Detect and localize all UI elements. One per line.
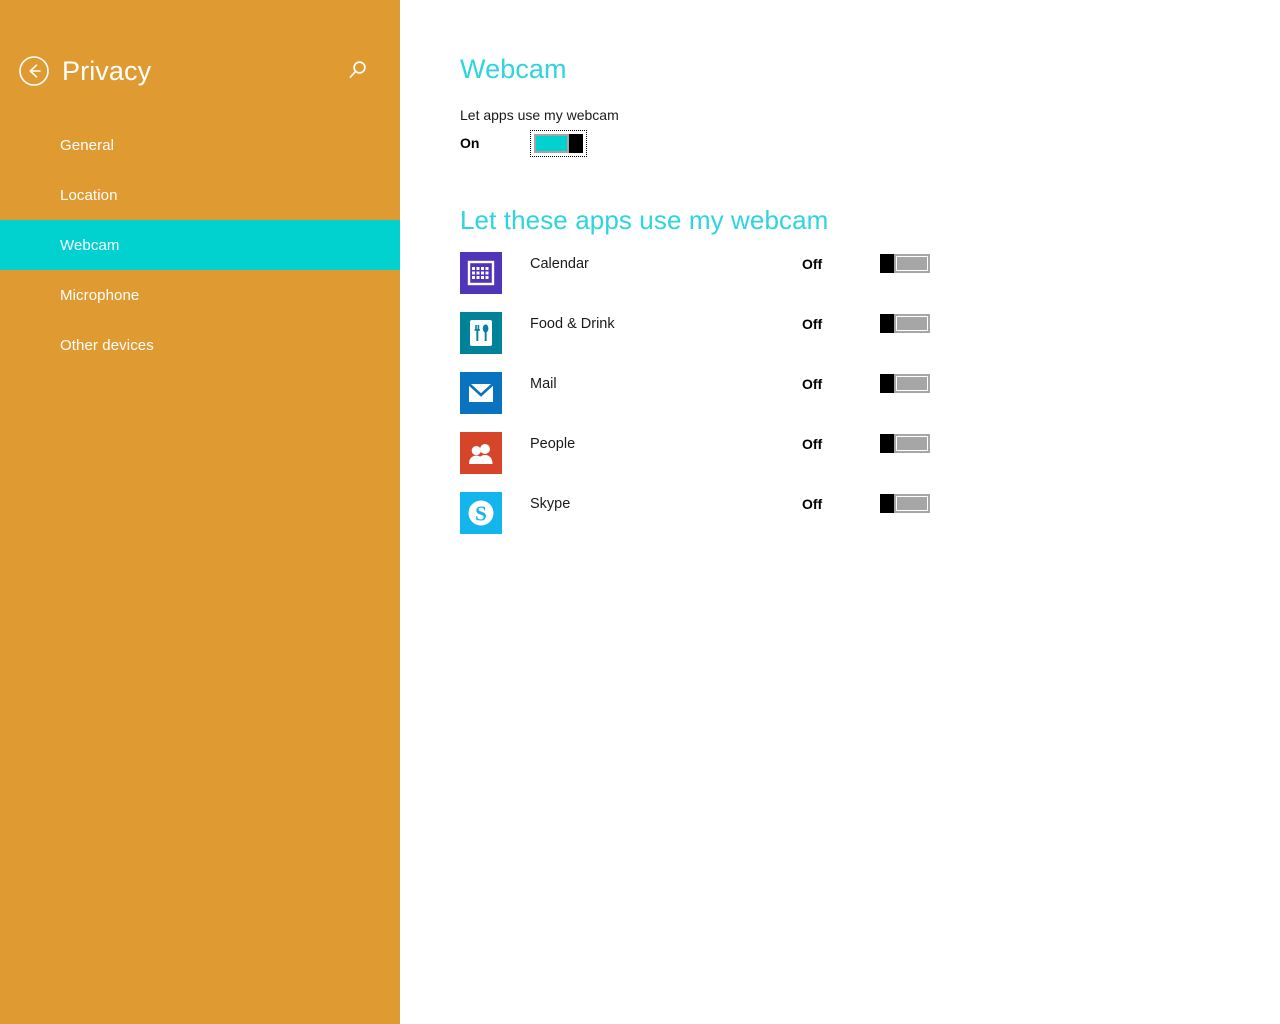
- app-toggle-skype[interactable]: [880, 494, 930, 513]
- master-webcam-toggle[interactable]: [530, 129, 587, 157]
- sidebar-item-label: General: [60, 136, 115, 154]
- app-row-calendar: Calendar Off: [460, 252, 1280, 312]
- toggle-thumb: [880, 434, 894, 453]
- toggle-track: [896, 496, 928, 511]
- app-row-mail: Mail Off: [460, 372, 1280, 432]
- app-toggle-state: Off: [802, 316, 823, 332]
- toggle-thumb: [880, 374, 894, 393]
- people-app-icon: [460, 432, 502, 474]
- page-title: Privacy: [62, 56, 152, 86]
- app-row-food-drink: Food & Drink Off: [460, 312, 1280, 372]
- toggle-thumb: [880, 314, 894, 333]
- app-name: Mail: [530, 376, 557, 392]
- sidebar-item-label: Microphone: [60, 286, 140, 304]
- toggle-thumb: [569, 133, 583, 153]
- master-setting-label: Let apps use my webcam: [460, 107, 619, 123]
- sidebar-item-webcam[interactable]: Webcam: [0, 220, 400, 270]
- app-name: Calendar: [530, 256, 589, 272]
- toggle-fill: [536, 135, 567, 151]
- toggle-track: [896, 376, 928, 391]
- app-toggle-calendar[interactable]: [880, 254, 930, 273]
- master-setting-state: On: [460, 135, 480, 151]
- toggle-thumb: [880, 254, 894, 273]
- sidebar-item-general[interactable]: General: [0, 120, 400, 170]
- sidebar-item-label: Location: [60, 186, 118, 204]
- sidebar: Privacy General Location Webcam Micropho…: [0, 0, 400, 1024]
- apps-section-heading: Let these apps use my webcam: [460, 205, 829, 235]
- sidebar-header: Privacy: [18, 50, 382, 92]
- master-setting-row: On: [460, 129, 1280, 157]
- main-content: Webcam Let apps use my webcam On Let the…: [400, 0, 1280, 1024]
- app-name: Skype: [530, 496, 571, 512]
- mail-app-icon: [460, 372, 502, 414]
- sidebar-item-label: Webcam: [60, 236, 120, 254]
- app-toggle-mail[interactable]: [880, 374, 930, 393]
- app-row-people: People Off: [460, 432, 1280, 492]
- sidebar-nav: General Location Webcam Microphone Other…: [0, 120, 400, 370]
- app-row-skype: S Skype Off: [460, 492, 1280, 552]
- privacy-settings-screen: Privacy General Location Webcam Micropho…: [0, 0, 1280, 1024]
- app-name: People: [530, 436, 576, 452]
- sidebar-item-microphone[interactable]: Microphone: [0, 270, 400, 320]
- sidebar-item-other-devices[interactable]: Other devices: [0, 320, 400, 370]
- sidebar-item-location[interactable]: Location: [0, 170, 400, 220]
- calendar-app-icon: [460, 252, 502, 294]
- back-arrow-circle-icon[interactable]: [18, 55, 50, 87]
- app-toggle-state: Off: [802, 256, 823, 272]
- app-toggle-people[interactable]: [880, 434, 930, 453]
- app-toggle-state: Off: [802, 496, 823, 512]
- main-title: Webcam: [460, 54, 567, 84]
- app-toggle-state: Off: [802, 436, 823, 452]
- sidebar-item-label: Other devices: [60, 336, 154, 354]
- svg-text:S: S: [475, 502, 487, 526]
- toggle-track: [896, 316, 928, 331]
- skype-app-icon: S: [460, 492, 502, 534]
- toggle-track: [896, 256, 928, 271]
- toggle-track: [534, 133, 583, 153]
- search-icon[interactable]: [342, 56, 372, 86]
- food-drink-app-icon: [460, 312, 502, 354]
- app-name: Food & Drink: [530, 316, 615, 332]
- toggle-track: [896, 436, 928, 451]
- app-toggle-state: Off: [802, 376, 823, 392]
- apps-list: Calendar Off Food & Drink Off Mail Off P…: [460, 252, 1280, 552]
- toggle-thumb: [880, 494, 894, 513]
- master-webcam-setting: Let apps use my webcam On: [460, 106, 1280, 157]
- app-toggle-food-drink[interactable]: [880, 314, 930, 333]
